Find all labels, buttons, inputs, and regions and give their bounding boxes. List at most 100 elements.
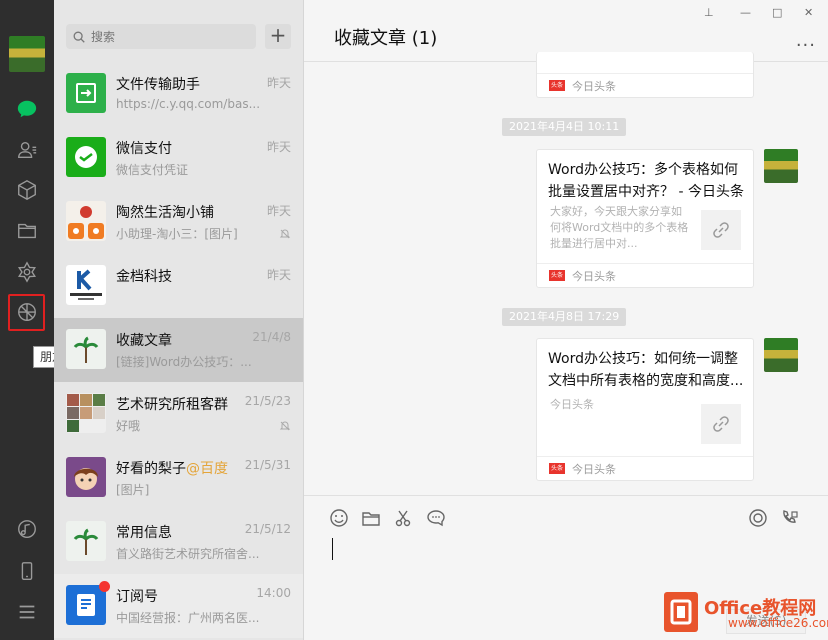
group-avatar	[66, 393, 106, 433]
conversation-name: 订阅号	[116, 589, 158, 605]
conversation-item[interactable]: 陶然生活淘小铺 昨天 小助理-淘小三：[图片]	[54, 190, 303, 254]
card-footer: 头条 今日头条	[537, 263, 753, 287]
conversation-name: 收藏文章	[116, 333, 172, 349]
emoji-icon[interactable]	[329, 508, 349, 528]
conversation-name: 好看的梨子@百度	[116, 461, 228, 477]
conversation-time: 21/4/8	[252, 330, 291, 344]
toutiao-logo: 头条	[549, 463, 565, 474]
conversation-item[interactable]: 订阅号 14:00 中国经营报：广州两名医...	[54, 574, 303, 638]
conversation-name: 文件传输助手	[116, 77, 200, 93]
message-card[interactable]: Word办公技巧：多个表格如何批量设置居中对齐？ - 今日头条 大家好，今天跟大…	[536, 149, 754, 288]
search-icon	[73, 31, 85, 43]
close-icon[interactable]: ✕	[804, 6, 813, 19]
conversation-time: 21/5/12	[244, 522, 291, 536]
search-box[interactable]	[66, 24, 256, 49]
maximize-icon[interactable]: □	[772, 6, 782, 19]
conversation-preview: [图片]	[116, 483, 150, 497]
chat-title: 收藏文章 (1)	[334, 28, 438, 49]
input-divider	[304, 495, 828, 496]
palm-tree-avatar	[66, 521, 106, 561]
chat-icon[interactable]	[13, 95, 41, 123]
conversation-preview: https://c.y.qq.com/bas...	[116, 97, 261, 111]
conversation-preview: 小助理-淘小三：[图片]	[116, 227, 238, 241]
kingdocs-avatar	[66, 265, 106, 305]
message-card[interactable]: Word办公技巧：如何统一调整文档中所有表格的宽度和高度... 今日头条 头条 …	[536, 338, 754, 481]
source-name: 今日头条	[572, 80, 616, 93]
conversation-item[interactable]: 金档科技 昨天	[54, 254, 303, 318]
mute-bell-icon	[279, 229, 291, 239]
contacts-icon[interactable]	[13, 136, 41, 164]
conversation-name: 常用信息	[116, 525, 172, 541]
watermark-url: www.office26.com	[728, 616, 828, 630]
link-icon	[701, 210, 741, 250]
unread-badge	[99, 581, 110, 592]
moments-highlight	[8, 294, 45, 331]
user-avatar[interactable]	[9, 36, 45, 72]
conversation-name: 金档科技	[116, 269, 172, 285]
sender-avatar[interactable]	[764, 338, 798, 372]
mini-programs-icon[interactable]	[13, 258, 41, 286]
video-call-icon[interactable]	[780, 508, 800, 528]
office-watermark: Office教程网 www.office26.com	[658, 588, 828, 640]
conversation-time: 昨天	[266, 140, 291, 154]
conversation-preview: 首义路街艺术研究所宿舍...	[116, 547, 260, 561]
subscriptions-avatar	[66, 585, 106, 625]
live-icon[interactable]	[748, 508, 768, 528]
file-transfer-avatar	[66, 73, 106, 113]
chat-pane: ⊥ — □ ✕ 收藏文章 (1) ... 头条 今日头条 2021年4月4日 1…	[304, 0, 828, 640]
conversation-list: + 文件传输助手 昨天 https://c.y.qq.com/bas... 微信…	[54, 0, 304, 640]
minimize-icon[interactable]: —	[740, 6, 751, 19]
music-icon[interactable]	[13, 515, 41, 543]
card-footer: 头条 今日头条	[537, 73, 753, 97]
conversation-item[interactable]: 好看的梨子@百度 21/5/31 [图片]	[54, 446, 303, 510]
wechat-pay-avatar	[66, 137, 106, 177]
folder-icon[interactable]	[13, 217, 41, 245]
conversation-item-selected[interactable]: 收藏文章 21/4/8 [链接]Word办公技巧：...	[54, 318, 303, 382]
card-description: 今日头条	[550, 398, 594, 411]
timestamp: 2021年4月8日 17:29	[502, 308, 627, 326]
conversation-item[interactable]: 艺术研究所租客群 21/5/23 好哦	[54, 382, 303, 446]
conversation-item[interactable]: 文件传输助手 昨天 https://c.y.qq.com/bas...	[54, 62, 303, 126]
conversation-time: 21/5/23	[244, 394, 291, 408]
conversation-item[interactable]: 微信支付 昨天 微信支付凭证	[54, 126, 303, 190]
link-icon	[701, 404, 741, 444]
conversation-name: 陶然生活淘小铺	[116, 205, 214, 221]
conversation-preview: 好哦	[116, 419, 141, 433]
card-description: 大家好，今天跟大家分享如何将Word文档中的多个表格批量进行居中对...	[550, 205, 689, 250]
conversation-name: 艺术研究所租客群	[116, 397, 228, 413]
conversation-name: 微信支付	[116, 141, 172, 157]
sender-avatar[interactable]	[764, 149, 798, 183]
card-title: Word办公技巧：如何统一调整文档中所有表格的宽度和高度...	[548, 351, 744, 389]
search-input[interactable]	[91, 29, 251, 44]
source-name: 今日头条	[572, 270, 616, 283]
timestamp: 2021年4月4日 10:11	[502, 118, 627, 136]
conversation-time: 21/5/31	[244, 458, 291, 472]
file-folder-icon[interactable]	[361, 508, 381, 528]
toutiao-logo: 头条	[549, 270, 565, 281]
cube-icon[interactable]	[13, 176, 41, 204]
pin-icon[interactable]: ⊥	[704, 6, 714, 19]
conversation-time: 14:00	[256, 586, 291, 600]
more-options-icon[interactable]: ...	[796, 30, 816, 51]
conversation-item[interactable]: 常用信息 21/5/12 首义路街艺术研究所宿舍...	[54, 510, 303, 574]
conversation-time: 昨天	[266, 76, 291, 90]
conversation-preview: 中国经营报：广州两名医...	[116, 611, 260, 625]
card-footer: 头条 今日头条	[537, 456, 753, 480]
chat-history-icon[interactable]	[426, 508, 446, 528]
text-cursor[interactable]	[332, 538, 333, 560]
wechat-window: 朋友圈 + 文件传输助手 昨天 https://c.y.qq.com/bas..…	[0, 0, 828, 640]
add-button[interactable]: +	[265, 24, 291, 49]
conversation-time: 昨天	[266, 268, 291, 282]
card-title: Word办公技巧：多个表格如何批量设置居中对齐？ - 今日头条	[548, 162, 744, 200]
scissors-icon[interactable]	[393, 508, 413, 528]
message-card-partial[interactable]: 头条 今日头条	[536, 52, 754, 98]
source-name: 今日头条	[572, 463, 616, 476]
taoran-shop-avatar	[66, 201, 106, 241]
phone-icon[interactable]	[13, 557, 41, 585]
conversation-preview: 微信支付凭证	[116, 163, 189, 177]
office-logo-icon	[664, 592, 698, 632]
nav-rail: 朋友圈	[0, 0, 84, 640]
palm-tree-avatar	[66, 329, 106, 369]
menu-icon[interactable]	[13, 598, 41, 626]
mute-bell-icon	[279, 421, 291, 431]
